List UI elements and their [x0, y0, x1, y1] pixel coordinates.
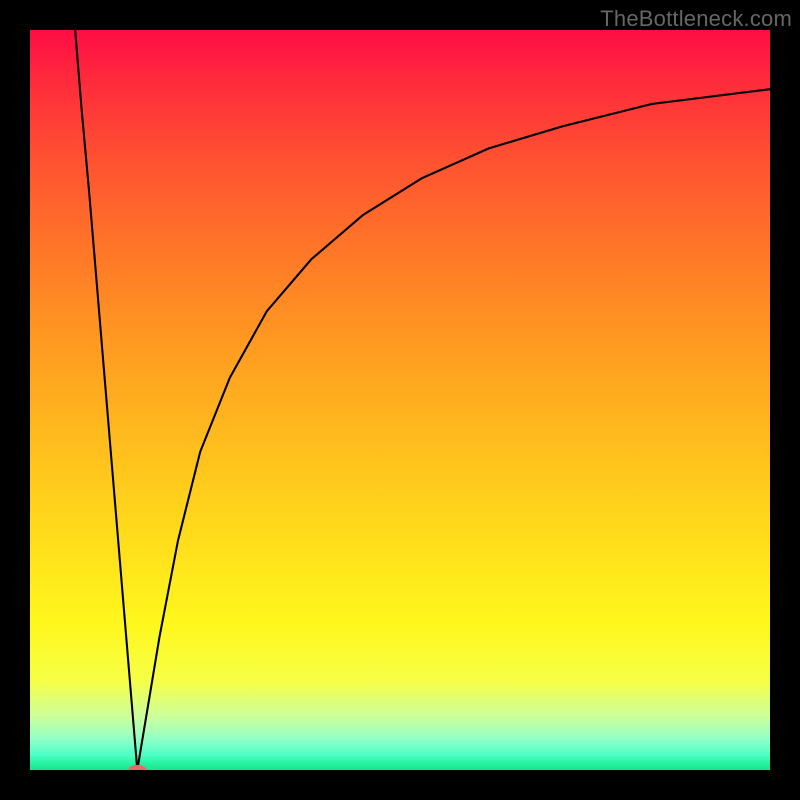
background-gradient: [30, 30, 770, 770]
chart-frame: TheBottleneck.com: [0, 0, 800, 800]
plot-area: [30, 30, 770, 770]
watermark-text: TheBottleneck.com: [600, 6, 792, 32]
